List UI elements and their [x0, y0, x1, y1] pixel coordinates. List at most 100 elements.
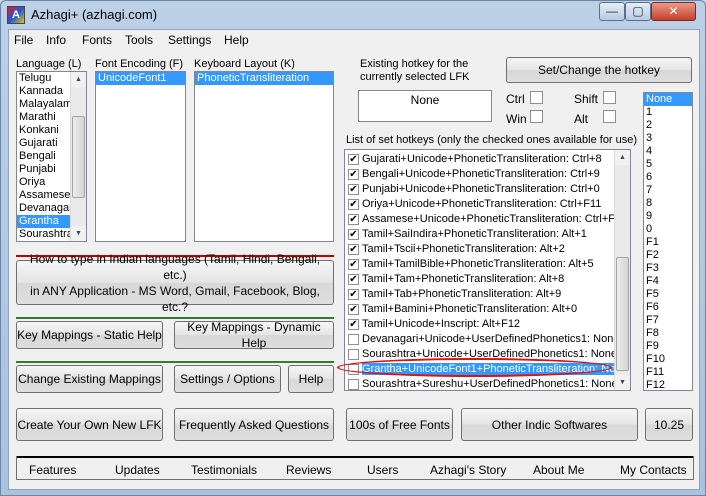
checked-checkbox-icon[interactable]: ✔: [348, 244, 359, 255]
link-my-contacts[interactable]: My Contacts: [620, 463, 687, 477]
scroll-up-icon[interactable]: ▲: [71, 72, 86, 87]
checked-checkbox-icon[interactable]: ✔: [348, 184, 359, 195]
how-to-type-button[interactable]: How to type in Indian languages (Tamil, …: [16, 252, 334, 314]
unchecked-checkbox-icon[interactable]: [348, 379, 359, 390]
key-item[interactable]: F6: [644, 301, 692, 314]
key-mappings-dynamic-button[interactable]: Key Mappings - Dynamic Help: [174, 320, 334, 350]
key-item[interactable]: F5: [644, 288, 692, 301]
key-mappings-static-button[interactable]: Key Mappings - Static Help: [16, 321, 163, 349]
key-item[interactable]: F2: [644, 249, 692, 262]
language-list[interactable]: Telugu Kannada Malayalam Marathi Konkani Guja…: [16, 71, 87, 242]
hotkey-list-item[interactable]: ✔ Tamil+Unicode+Inscript: Alt+F12: [345, 317, 630, 332]
alt-checkbox[interactable]: [603, 110, 616, 123]
scroll-thumb[interactable]: [616, 257, 629, 371]
key-item[interactable]: 7: [644, 184, 692, 197]
key-item[interactable]: 5: [644, 158, 692, 171]
key-item[interactable]: F9: [644, 340, 692, 353]
checked-checkbox-icon[interactable]: ✔: [348, 289, 359, 300]
key-list[interactable]: None 1 2 3 4 5 6 7 8 9 0 F1 F2 F3 F4 F5 F6 F7 F8 F9 F10 F11 F1…: [643, 92, 693, 391]
hotkey-list-item[interactable]: ✔ Tamil+Tab+PhoneticTransliteration: Alt+…: [345, 287, 630, 302]
close-button[interactable]: ✕: [651, 2, 696, 21]
checked-checkbox-icon[interactable]: ✔: [348, 274, 359, 285]
hotkey-scrollbar[interactable]: ▲ ▼: [614, 150, 630, 390]
scroll-down-icon[interactable]: ▼: [71, 226, 86, 241]
checked-checkbox-icon[interactable]: ✔: [348, 169, 359, 180]
faq-button[interactable]: Frequently Asked Questions: [174, 408, 334, 441]
menu-fonts[interactable]: Fonts: [82, 33, 112, 47]
hotkey-list-item[interactable]: ✔ Tamil+Bamini+PhoneticTransliteration: A…: [345, 302, 630, 317]
key-item[interactable]: 8: [644, 197, 692, 210]
hotkey-list-item[interactable]: ✔ Tamil+Tscii+PhoneticTransliteration: Al…: [345, 242, 630, 257]
key-item[interactable]: F7: [644, 314, 692, 327]
key-item[interactable]: 9: [644, 210, 692, 223]
settings-options-button[interactable]: Settings / Options: [174, 365, 281, 393]
checked-checkbox-icon[interactable]: ✔: [348, 259, 359, 270]
scroll-up-icon[interactable]: ▲: [615, 150, 630, 165]
hotkey-list-item[interactable]: ✔ Tamil+Tam+PhoneticTransliteration: Alt+…: [345, 272, 630, 287]
link-testimonials[interactable]: Testimonials: [191, 463, 257, 477]
keyboard-layout-item[interactable]: PhoneticTransliteration: [195, 72, 333, 85]
link-reviews[interactable]: Reviews: [286, 463, 331, 477]
key-item[interactable]: F8: [644, 327, 692, 340]
hotkey-list-item[interactable]: ✔ Tamil+TamilBible+PhoneticTransliteratio…: [345, 257, 630, 272]
hotkey-list-item[interactable]: Devanagari+Unicode+UserDefinedPhonetics1…: [345, 332, 630, 347]
win-checkbox[interactable]: [530, 110, 543, 123]
shift-checkbox[interactable]: [603, 91, 616, 104]
hotkey-list-item[interactable]: ✔ Gujarati+Unicode+PhoneticTransliteratio…: [345, 152, 630, 167]
key-item[interactable]: F10: [644, 353, 692, 366]
link-azhagis-story[interactable]: Azhagi's Story: [430, 463, 506, 477]
key-item[interactable]: F4: [644, 275, 692, 288]
checked-checkbox-icon[interactable]: ✔: [348, 229, 359, 240]
unchecked-checkbox-icon[interactable]: [348, 334, 359, 345]
menu-help[interactable]: Help: [224, 33, 249, 47]
font-encoding-item[interactable]: UnicodeFont1: [96, 72, 185, 85]
key-item[interactable]: F11: [644, 366, 692, 379]
create-lfk-button[interactable]: Create Your Own New LFK: [16, 408, 163, 441]
link-updates[interactable]: Updates: [115, 463, 160, 477]
key-item[interactable]: 1: [644, 106, 692, 119]
language-scrollbar[interactable]: ▲ ▼: [70, 72, 86, 241]
hotkey-list-item[interactable]: ✔ Bengali+Unicode+PhoneticTransliteration…: [345, 167, 630, 182]
key-item[interactable]: F1: [644, 236, 692, 249]
hotkey-list-item[interactable]: ✔ Oriya+Unicode+PhoneticTransliteration: …: [345, 197, 630, 212]
keyboard-layout-list[interactable]: PhoneticTransliteration: [194, 71, 334, 242]
font-encoding-list[interactable]: UnicodeFont1: [95, 71, 186, 242]
hotkey-list-item[interactable]: ✔ Tamil+SaiIndira+PhoneticTransliteration…: [345, 227, 630, 242]
help-button[interactable]: Help: [288, 365, 334, 393]
unchecked-checkbox-icon[interactable]: [348, 349, 359, 360]
set-hotkey-button[interactable]: Set/Change the hotkey: [506, 57, 692, 83]
key-item[interactable]: 6: [644, 171, 692, 184]
checked-checkbox-icon[interactable]: ✔: [348, 154, 359, 165]
key-item[interactable]: 2: [644, 119, 692, 132]
scroll-down-icon[interactable]: ▼: [615, 375, 630, 390]
hotkey-list[interactable]: ✔ Gujarati+Unicode+PhoneticTransliteratio…: [344, 149, 631, 391]
checked-checkbox-icon[interactable]: ✔: [348, 199, 359, 210]
hotkey-list-item[interactable]: ✔ Assamese+Unicode+PhoneticTransliteratio…: [345, 212, 630, 227]
checked-checkbox-icon[interactable]: ✔: [348, 304, 359, 315]
ctrl-checkbox[interactable]: [530, 91, 543, 104]
version-button[interactable]: 10.25: [645, 408, 693, 441]
checked-checkbox-icon[interactable]: ✔: [348, 214, 359, 225]
minimize-button[interactable]: —: [599, 2, 625, 21]
key-item[interactable]: F3: [644, 262, 692, 275]
menu-settings[interactable]: Settings: [168, 33, 211, 47]
free-fonts-button[interactable]: 100s of Free Fonts: [346, 408, 453, 441]
menu-tools[interactable]: Tools: [125, 33, 153, 47]
hotkey-list-item[interactable]: ✔ Punjabi+Unicode+PhoneticTransliteration…: [345, 182, 630, 197]
key-item[interactable]: None: [644, 93, 692, 106]
hotkey-list-item[interactable]: Sourashtra+Sureshu+UserDefinedPhonetics1…: [345, 377, 630, 390]
link-about-me[interactable]: About Me: [533, 463, 584, 477]
scroll-thumb[interactable]: [72, 116, 85, 198]
key-item[interactable]: 4: [644, 145, 692, 158]
key-item[interactable]: F12: [644, 379, 692, 390]
key-item[interactable]: 3: [644, 132, 692, 145]
maximize-button[interactable]: ▢: [625, 2, 651, 21]
link-features[interactable]: Features: [29, 463, 76, 477]
checked-checkbox-icon[interactable]: ✔: [348, 319, 359, 330]
link-users[interactable]: Users: [367, 463, 398, 477]
change-mappings-button[interactable]: Change Existing Mappings: [16, 365, 163, 393]
menu-file[interactable]: File: [14, 33, 33, 47]
other-indic-softwares-button[interactable]: Other Indic Softwares: [461, 408, 638, 441]
key-item[interactable]: 0: [644, 223, 692, 236]
menu-info[interactable]: Info: [46, 33, 66, 47]
